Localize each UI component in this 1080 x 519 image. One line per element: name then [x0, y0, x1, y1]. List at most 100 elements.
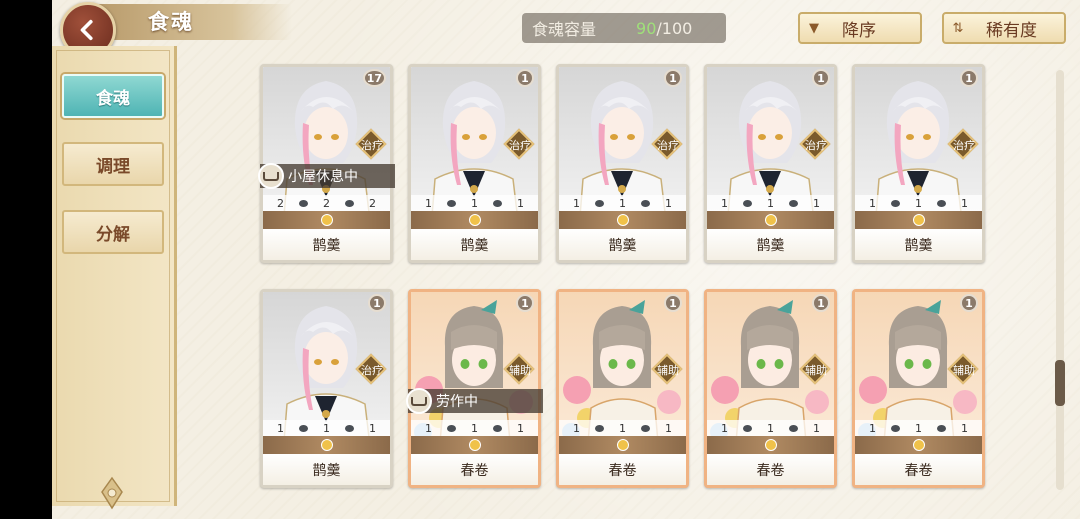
- role-label: 治疗: [509, 139, 531, 152]
- status-banner: 小屋休息中: [258, 163, 395, 189]
- stat-value: 1: [665, 421, 672, 435]
- role-label: 治疗: [361, 364, 383, 377]
- energy-bar: [707, 436, 834, 454]
- character-card[interactable]: 1 治疗 1 1 1 鹊羹: [260, 289, 393, 488]
- level-badge: 1: [516, 294, 534, 312]
- status-label: 劳作中: [436, 394, 478, 410]
- capacity-current: 90: [636, 18, 657, 38]
- scrollbar-thumb[interactable]: [1055, 360, 1065, 406]
- status-icon: [406, 388, 432, 414]
- character-card[interactable]: 1 辅助 1 1 1 春卷: [556, 289, 689, 488]
- stat-value: 1: [915, 421, 922, 435]
- stat-value: 2: [277, 196, 284, 210]
- skill-icon: [493, 199, 502, 207]
- character-card[interactable]: 1 治疗 1 1 1 鹊羹: [408, 64, 541, 263]
- skill-icon: [447, 199, 456, 207]
- character-name: 鹊羹: [707, 229, 834, 260]
- role-label: 辅助: [509, 364, 531, 377]
- role-badge: 治疗: [503, 128, 536, 161]
- character-card[interactable]: 1 治疗 1 1 1 鹊羹: [556, 64, 689, 263]
- ornament-icon: [101, 476, 123, 510]
- skill-icon: [595, 199, 604, 207]
- stat-value: 1: [573, 196, 580, 210]
- stat-value: 1: [915, 196, 922, 210]
- chevron-left-icon: [80, 19, 93, 41]
- sidebar: 食魂 调理 分解: [52, 46, 177, 506]
- skill-icon: [891, 199, 900, 207]
- skill-stats: 1 1 1: [707, 420, 834, 436]
- role-label: 辅助: [657, 364, 679, 377]
- status-icon: [258, 163, 284, 189]
- skill-icon: [891, 424, 900, 432]
- sort-arrows-icon: ⇅: [952, 20, 964, 36]
- tab-cooking[interactable]: 调理: [62, 142, 164, 186]
- stat-value: 1: [573, 421, 580, 435]
- stat-value: 1: [721, 421, 728, 435]
- energy-icon: [764, 214, 777, 226]
- energy-icon: [320, 214, 333, 226]
- skill-icon: [299, 424, 308, 432]
- level-badge: 17: [362, 69, 386, 87]
- scrollbar-track[interactable]: [1056, 70, 1064, 490]
- role-label: 治疗: [361, 139, 383, 152]
- level-badge: 1: [664, 69, 682, 87]
- skill-stats: 1 1 1: [559, 195, 686, 211]
- energy-bar: [559, 436, 686, 454]
- stat-value: 2: [323, 196, 330, 210]
- tab-food-souls[interactable]: 食魂: [62, 74, 164, 118]
- role-label: 治疗: [657, 139, 679, 152]
- energy-icon: [468, 439, 481, 451]
- role-label: 辅助: [953, 364, 975, 377]
- stat-value: 1: [813, 421, 820, 435]
- character-card[interactable]: 1 辅助 1 1 1 春卷: [852, 289, 985, 488]
- energy-icon: [468, 214, 481, 226]
- character-card[interactable]: 1 辅助 1 1 1 春卷: [704, 289, 837, 488]
- character-card[interactable]: 1 治疗 1 1 1 鹊羹: [704, 64, 837, 263]
- stat-value: 1: [721, 196, 728, 210]
- sort-rarity-label: 稀有度: [986, 20, 1037, 41]
- stat-value: 1: [813, 196, 820, 210]
- energy-bar: [559, 211, 686, 229]
- role-label: 治疗: [953, 139, 975, 152]
- character-name: 春卷: [855, 454, 982, 485]
- skill-icon: [595, 424, 604, 432]
- stat-value: 1: [767, 421, 774, 435]
- energy-icon: [320, 439, 333, 451]
- top-bar: 食魂 食魂容量 90 /100 ▼ 降序 ⇅ 稀有度: [52, 0, 1080, 58]
- role-badge: 治疗: [355, 128, 388, 161]
- stat-value: 1: [961, 196, 968, 210]
- character-card[interactable]: 1 治疗 1 1 1 鹊羹: [852, 64, 985, 263]
- tab-label: 调理: [96, 156, 130, 177]
- page-title: 食魂: [148, 10, 194, 34]
- skill-icon: [743, 424, 752, 432]
- role-badge: 辅助: [651, 353, 684, 386]
- skill-icon: [299, 199, 308, 207]
- character-name: 春卷: [411, 454, 538, 485]
- character-name: 春卷: [559, 454, 686, 485]
- sort-order-button[interactable]: ▼ 降序: [798, 12, 922, 44]
- capacity-max: /100: [656, 18, 693, 38]
- stat-value: 1: [425, 196, 432, 210]
- stat-value: 1: [471, 421, 478, 435]
- skill-stats: 1 1 1: [855, 420, 982, 436]
- skill-icon: [447, 424, 456, 432]
- tab-label: 食魂: [96, 88, 130, 109]
- character-name: 鹊羹: [263, 454, 390, 485]
- skill-stats: 1 1 1: [411, 420, 538, 436]
- role-badge: 辅助: [503, 353, 536, 386]
- role-badge: 治疗: [799, 128, 832, 161]
- energy-icon: [912, 439, 925, 451]
- level-badge: 1: [368, 294, 386, 312]
- stat-value: 2: [369, 196, 376, 210]
- character-name: 春卷: [707, 454, 834, 485]
- character-name: 鹊羹: [263, 229, 390, 260]
- skill-icon: [493, 424, 502, 432]
- tab-decompose[interactable]: 分解: [62, 210, 164, 254]
- skill-icon: [743, 199, 752, 207]
- triangle-down-icon: ▼: [809, 20, 819, 36]
- skill-stats: 1 1 1: [411, 195, 538, 211]
- sort-rarity-button[interactable]: ⇅ 稀有度: [942, 12, 1066, 44]
- capacity-display: 食魂容量 90 /100: [522, 13, 726, 43]
- level-badge: 1: [664, 294, 682, 312]
- energy-icon: [616, 439, 629, 451]
